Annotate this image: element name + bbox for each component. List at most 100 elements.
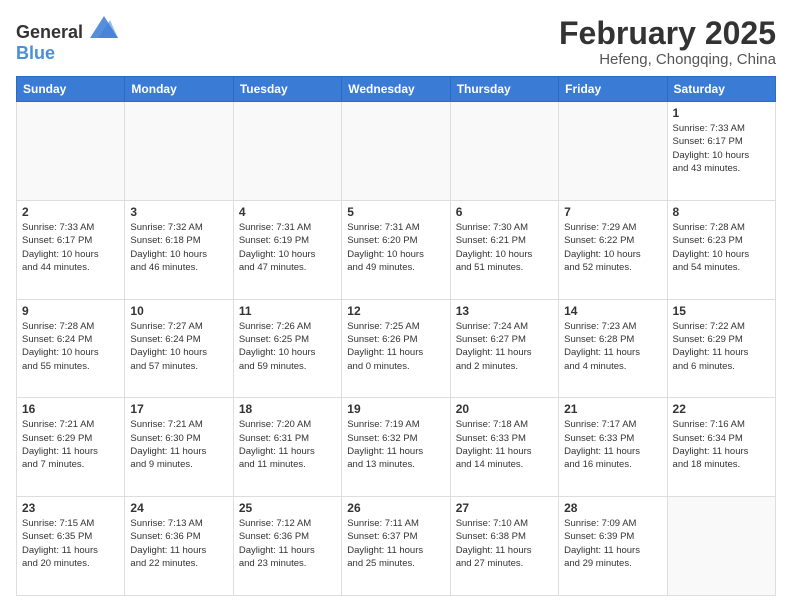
- day-info: Sunrise: 7:20 AM Sunset: 6:31 PM Dayligh…: [239, 418, 336, 471]
- logo: General Blue: [16, 16, 118, 64]
- day-info: Sunrise: 7:13 AM Sunset: 6:36 PM Dayligh…: [130, 517, 227, 570]
- calendar-row: 23 Sunrise: 7:15 AM Sunset: 6:35 PM Dayli…: [17, 497, 776, 596]
- day-number: 28: [564, 501, 661, 515]
- day-info: Sunrise: 7:11 AM Sunset: 6:37 PM Dayligh…: [347, 517, 444, 570]
- day-info: Sunrise: 7:09 AM Sunset: 6:39 PM Dayligh…: [564, 517, 661, 570]
- table-row: 20 Sunrise: 7:18 AM Sunset: 6:33 PM Dayli…: [450, 398, 558, 497]
- table-row: [125, 102, 233, 201]
- day-number: 10: [130, 304, 227, 318]
- day-number: 13: [456, 304, 553, 318]
- table-row: [233, 102, 341, 201]
- day-info: Sunrise: 7:29 AM Sunset: 6:22 PM Dayligh…: [564, 221, 661, 274]
- day-number: 21: [564, 402, 661, 416]
- col-monday: Monday: [125, 77, 233, 102]
- day-number: 1: [673, 106, 770, 120]
- day-number: 11: [239, 304, 336, 318]
- day-number: 14: [564, 304, 661, 318]
- table-row: 12 Sunrise: 7:25 AM Sunset: 6:26 PM Dayli…: [342, 299, 450, 398]
- day-number: 15: [673, 304, 770, 318]
- calendar-row: 16 Sunrise: 7:21 AM Sunset: 6:29 PM Dayli…: [17, 398, 776, 497]
- table-row: 8 Sunrise: 7:28 AM Sunset: 6:23 PM Daylig…: [667, 200, 775, 299]
- day-number: 8: [673, 205, 770, 219]
- logo-blue: Blue: [16, 43, 55, 63]
- day-number: 12: [347, 304, 444, 318]
- table-row: 16 Sunrise: 7:21 AM Sunset: 6:29 PM Dayli…: [17, 398, 125, 497]
- calendar-table: Sunday Monday Tuesday Wednesday Thursday…: [16, 76, 776, 596]
- day-number: 23: [22, 501, 119, 515]
- day-info: Sunrise: 7:28 AM Sunset: 6:23 PM Dayligh…: [673, 221, 770, 274]
- day-number: 20: [456, 402, 553, 416]
- table-row: 25Sunrise: 7:12 AM Sunset: 6:36 PM Dayli…: [233, 497, 341, 596]
- table-row: 15 Sunrise: 7:22 AM Sunset: 6:29 PM Dayli…: [667, 299, 775, 398]
- day-info: Sunrise: 7:26 AM Sunset: 6:25 PM Dayligh…: [239, 320, 336, 373]
- day-info: Sunrise: 7:31 AM Sunset: 6:19 PM Dayligh…: [239, 221, 336, 274]
- day-info: Sunrise: 7:21 AM Sunset: 6:30 PM Dayligh…: [130, 418, 227, 471]
- day-info: Sunrise: 7:25 AM Sunset: 6:26 PM Dayligh…: [347, 320, 444, 373]
- day-info: Sunrise: 7:28 AM Sunset: 6:24 PM Dayligh…: [22, 320, 119, 373]
- day-info: Sunrise: 7:21 AM Sunset: 6:29 PM Dayligh…: [22, 418, 119, 471]
- col-saturday: Saturday: [667, 77, 775, 102]
- logo-text: General Blue: [16, 16, 118, 64]
- day-info: Sunrise: 7:16 AM Sunset: 6:34 PM Dayligh…: [673, 418, 770, 471]
- day-info: Sunrise: 7:15 AM Sunset: 6:35 PM Dayligh…: [22, 517, 119, 570]
- day-info: Sunrise: 7:31 AM Sunset: 6:20 PM Dayligh…: [347, 221, 444, 274]
- calendar-header-row: Sunday Monday Tuesday Wednesday Thursday…: [17, 77, 776, 102]
- table-row: 11 Sunrise: 7:26 AM Sunset: 6:25 PM Dayli…: [233, 299, 341, 398]
- day-number: 26: [347, 501, 444, 515]
- table-row: 23 Sunrise: 7:15 AM Sunset: 6:35 PM Dayli…: [17, 497, 125, 596]
- table-row: 14 Sunrise: 7:23 AM Sunset: 6:28 PM Dayli…: [559, 299, 667, 398]
- table-row: 27 Sunrise: 7:10 AM Sunset: 6:38 PM Dayli…: [450, 497, 558, 596]
- title-block: February 2025 Hefeng, Chongqing, China: [559, 16, 776, 68]
- table-row: 1 Sunrise: 7:33 AM Sunset: 6:17 PM Daylig…: [667, 102, 775, 201]
- day-info: Sunrise: 7:23 AM Sunset: 6:28 PM Dayligh…: [564, 320, 661, 373]
- col-wednesday: Wednesday: [342, 77, 450, 102]
- table-row: 5Sunrise: 7:31 AM Sunset: 6:20 PM Daylig…: [342, 200, 450, 299]
- col-thursday: Thursday: [450, 77, 558, 102]
- day-info: Sunrise: 7:19 AM Sunset: 6:32 PM Dayligh…: [347, 418, 444, 471]
- day-number: 7: [564, 205, 661, 219]
- table-row: 22Sunrise: 7:16 AM Sunset: 6:34 PM Dayli…: [667, 398, 775, 497]
- day-info: Sunrise: 7:33 AM Sunset: 6:17 PM Dayligh…: [22, 221, 119, 274]
- day-number: 2: [22, 205, 119, 219]
- calendar-row: 2 Sunrise: 7:33 AM Sunset: 6:17 PM Daylig…: [17, 200, 776, 299]
- table-row: [667, 497, 775, 596]
- day-info: Sunrise: 7:33 AM Sunset: 6:17 PM Dayligh…: [673, 122, 770, 175]
- day-number: 4: [239, 205, 336, 219]
- table-row: 19Sunrise: 7:19 AM Sunset: 6:32 PM Dayli…: [342, 398, 450, 497]
- page: General Blue February 2025 Hefeng, Chong…: [0, 0, 792, 612]
- day-info: Sunrise: 7:10 AM Sunset: 6:38 PM Dayligh…: [456, 517, 553, 570]
- day-number: 27: [456, 501, 553, 515]
- col-friday: Friday: [559, 77, 667, 102]
- table-row: 6 Sunrise: 7:30 AM Sunset: 6:21 PM Daylig…: [450, 200, 558, 299]
- day-info: Sunrise: 7:27 AM Sunset: 6:24 PM Dayligh…: [130, 320, 227, 373]
- table-row: 13 Sunrise: 7:24 AM Sunset: 6:27 PM Dayli…: [450, 299, 558, 398]
- calendar-row: 1 Sunrise: 7:33 AM Sunset: 6:17 PM Daylig…: [17, 102, 776, 201]
- day-number: 16: [22, 402, 119, 416]
- table-row: [17, 102, 125, 201]
- day-info: Sunrise: 7:22 AM Sunset: 6:29 PM Dayligh…: [673, 320, 770, 373]
- table-row: 4 Sunrise: 7:31 AM Sunset: 6:19 PM Daylig…: [233, 200, 341, 299]
- day-info: Sunrise: 7:18 AM Sunset: 6:33 PM Dayligh…: [456, 418, 553, 471]
- logo-icon: [90, 16, 118, 38]
- day-number: 9: [22, 304, 119, 318]
- header: General Blue February 2025 Hefeng, Chong…: [16, 16, 776, 68]
- day-info: Sunrise: 7:30 AM Sunset: 6:21 PM Dayligh…: [456, 221, 553, 274]
- table-row: 9 Sunrise: 7:28 AM Sunset: 6:24 PM Daylig…: [17, 299, 125, 398]
- calendar-row: 9 Sunrise: 7:28 AM Sunset: 6:24 PM Daylig…: [17, 299, 776, 398]
- col-sunday: Sunday: [17, 77, 125, 102]
- day-info: Sunrise: 7:24 AM Sunset: 6:27 PM Dayligh…: [456, 320, 553, 373]
- day-number: 6: [456, 205, 553, 219]
- table-row: 26 Sunrise: 7:11 AM Sunset: 6:37 PM Dayli…: [342, 497, 450, 596]
- table-row: 2 Sunrise: 7:33 AM Sunset: 6:17 PM Daylig…: [17, 200, 125, 299]
- day-number: 17: [130, 402, 227, 416]
- day-info: Sunrise: 7:32 AM Sunset: 6:18 PM Dayligh…: [130, 221, 227, 274]
- table-row: [342, 102, 450, 201]
- table-row: 17 Sunrise: 7:21 AM Sunset: 6:30 PM Dayli…: [125, 398, 233, 497]
- table-row: 18Sunrise: 7:20 AM Sunset: 6:31 PM Dayli…: [233, 398, 341, 497]
- table-row: [559, 102, 667, 201]
- day-number: 3: [130, 205, 227, 219]
- day-info: Sunrise: 7:17 AM Sunset: 6:33 PM Dayligh…: [564, 418, 661, 471]
- col-tuesday: Tuesday: [233, 77, 341, 102]
- month-title: February 2025: [559, 16, 776, 51]
- table-row: 21 Sunrise: 7:17 AM Sunset: 6:33 PM Dayli…: [559, 398, 667, 497]
